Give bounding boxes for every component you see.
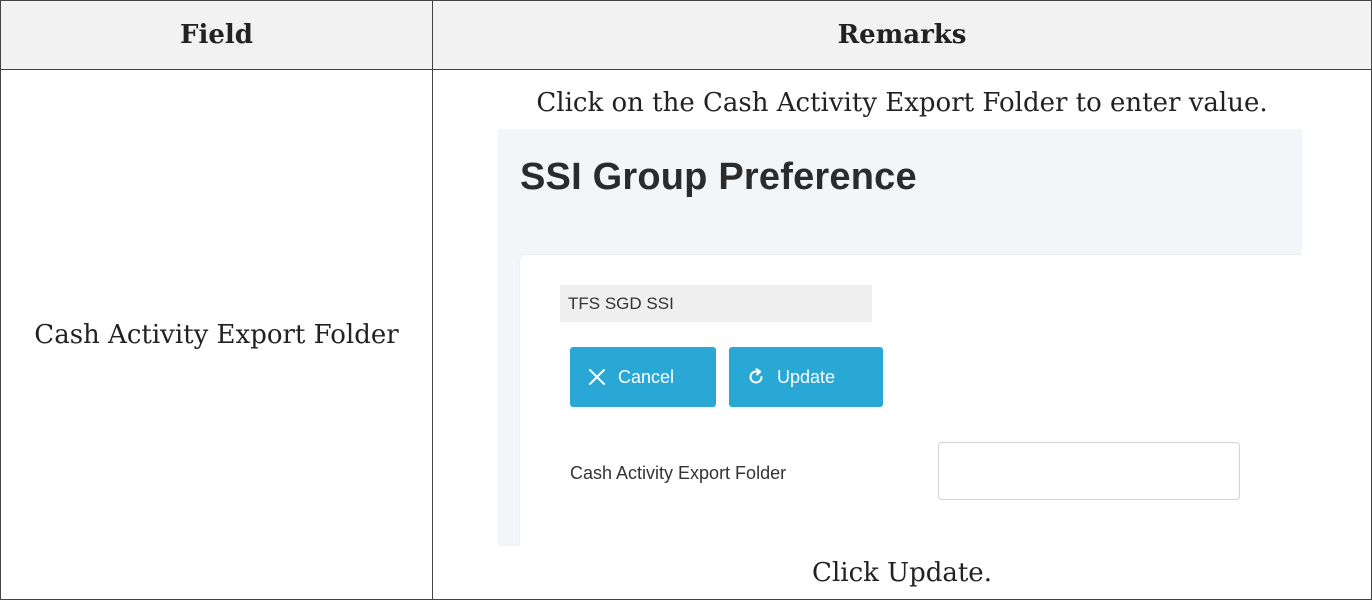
update-button[interactable]: Update (729, 347, 883, 407)
page-title: SSI Group Preference (520, 156, 917, 198)
table-row: Cash Activity Export Folder Click on the… (0, 69, 1372, 600)
refresh-icon (745, 366, 767, 388)
update-button-label: Update (777, 366, 836, 387)
table-header-row: Field Remarks (0, 0, 1372, 70)
group-name-field: TFS SGD SSI (560, 285, 872, 322)
remark-instruction-bottom: Click Update. (812, 558, 992, 588)
field-cell: Cash Activity Export Folder (0, 69, 433, 600)
cancel-button[interactable]: Cancel (570, 347, 716, 407)
remarks-table: Field Remarks Cash Activity Export Folde… (0, 0, 1372, 600)
preference-card: TFS SGD SSI Cancel Update Cash Activity … (520, 255, 1302, 546)
remark-instruction-top: Click on the Cash Activity Export Folder… (536, 88, 1268, 118)
header-field: Field (0, 0, 433, 70)
embedded-screenshot: SSI Group Preference TFS SGD SSI Cancel (498, 129, 1302, 546)
close-icon (586, 366, 608, 388)
remarks-cell: Click on the Cash Activity Export Folder… (432, 69, 1372, 600)
cash-activity-export-folder-label: Cash Activity Export Folder (570, 463, 787, 483)
cancel-button-label: Cancel (618, 366, 675, 387)
header-remarks: Remarks (432, 0, 1372, 70)
cash-activity-export-folder-input[interactable] (938, 442, 1240, 500)
